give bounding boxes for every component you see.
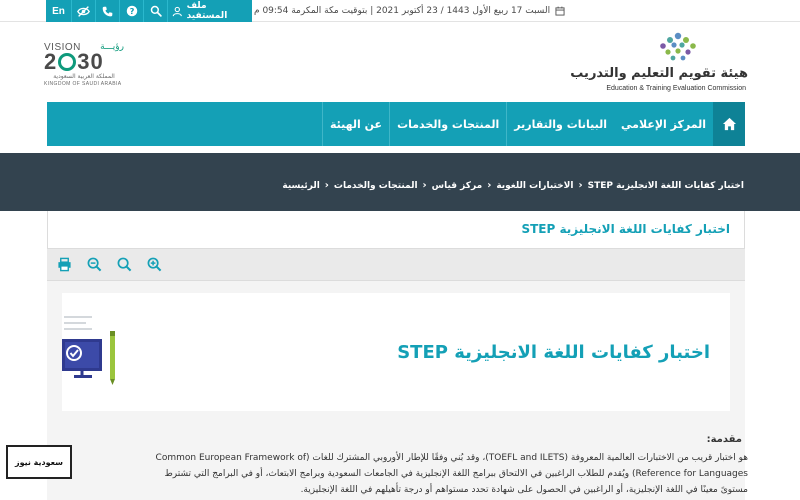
zoom-in-button[interactable] [145,256,163,274]
vision-year: 2 30 [44,51,124,73]
vision-subtitle-en: KINGDOM OF SAUDI ARABIA [44,81,122,87]
home-button[interactable] [713,102,745,146]
etec-emblem-icon [660,32,696,61]
zoom-reset-button[interactable] [115,256,133,274]
chevron-left-icon: ‹ [422,180,427,191]
top-utility-bar: En ? ملف المستفيد السبت 17 ربيع الأول 14… [0,0,800,22]
breadcrumb-home[interactable]: الرئيسية [282,181,319,191]
intro-line: Reference for Languages) ويُقدم للطلاب ا… [164,469,748,479]
org-name-en: Education & Training Evaluation Commissi… [606,85,746,92]
nav-item-data-reports[interactable]: البيانات والتقارير [506,102,614,146]
help-button[interactable]: ? [120,0,144,22]
search-icon [150,5,162,17]
org-name-ar: هيئة تقويم التعليم والتدريب [570,66,748,81]
intro-line: هو اختبار قريب من الاختبارات العالمية ال… [155,453,748,463]
breadcrumb-products-services[interactable]: المنتجات والخدمات [334,181,418,191]
zoom-out-icon [87,257,101,272]
etec-logo[interactable]: هيئة تقويم التعليم والتدريب Education & … [560,30,750,96]
beneficiary-profile-label: ملف المستفيد [186,1,228,21]
vision-zero-ring [58,53,77,71]
current-datetime: السبت 17 ربيع الأول 1443 / 23 أكتوبر 202… [254,0,794,22]
search-button[interactable] [144,0,168,22]
news-source-badge: سعودية نيوز [6,445,72,479]
datetime-text: السبت 17 ربيع الأول 1443 / 23 أكتوبر 202… [254,6,551,16]
zoom-reset-icon [117,257,131,272]
nav-item-about[interactable]: عن الهيئة [322,102,389,146]
calendar-icon [555,6,565,16]
chevron-left-icon: ‹ [324,180,329,191]
utility-buttons: En ? ملف المستفيد [46,0,252,22]
accessibility-button[interactable] [72,0,96,22]
beneficiary-profile-button[interactable]: ملف المستفيد [168,0,252,22]
page-title: اختبار كفايات اللغة الانجليزية STEP [521,222,730,236]
vision-year-first: 2 [44,49,58,74]
breadcrumb: الرئيسية ‹ المنتجات والخدمات ‹ مركز قياس… [282,180,744,191]
product-title: اختبار كفايات اللغة الانجليزية STEP [397,342,710,363]
intro-heading: مقدمة: [706,434,742,445]
vision-subtitle-ar: المملكة العربية السعودية [53,73,115,80]
chevron-left-icon: ‹ [578,180,583,191]
exam-illustration-icon [62,316,115,385]
page-tools [47,249,745,281]
breadcrumb-qiyas-center[interactable]: مركز قياس [432,181,483,191]
zoom-in-icon [147,257,161,272]
user-icon [172,6,182,16]
nav-items: عن الهيئة المنتجات والخدمات البيانات وال… [322,102,713,146]
svg-text:?: ? [129,6,134,16]
chevron-left-icon: ‹ [487,180,492,191]
eye-slash-icon [77,5,90,17]
site-header: VISION رؤيـــة 2 30 المملكة العربية السعو… [0,22,800,102]
home-icon [722,117,736,131]
language-toggle-button[interactable]: En [46,0,72,22]
contact-phone-button[interactable] [96,0,120,22]
print-icon [57,257,71,272]
help-icon: ? [126,5,137,17]
vision-2030-logo[interactable]: VISION رؤيـــة 2 30 المملكة العربية السعو… [44,42,124,100]
phone-icon [102,6,113,16]
zoom-out-button[interactable] [85,256,103,274]
vision-year-last: 30 [77,49,104,74]
breadcrumb-language-tests[interactable]: الاختبارات اللغوية [496,181,573,191]
main-navigation: عن الهيئة المنتجات والخدمات البيانات وال… [47,102,745,146]
print-button[interactable] [55,256,73,274]
intro-line: مستوىً معينًا في اللغة الإنجليزية، أو ال… [300,485,748,495]
intro-paragraph: هو اختبار قريب من الاختبارات العالمية ال… [78,450,748,498]
nav-item-media-center[interactable]: المركز الإعلامي [614,102,713,146]
breadcrumb-current: اختبار كفايات اللغة الانجليزية STEP [587,180,744,191]
nav-item-products-services[interactable]: المنتجات والخدمات [389,102,506,146]
product-header-card: اختبار كفايات اللغة الانجليزية STEP [62,293,730,411]
page-title-box: اختبار كفايات اللغة الانجليزية STEP [47,211,745,249]
